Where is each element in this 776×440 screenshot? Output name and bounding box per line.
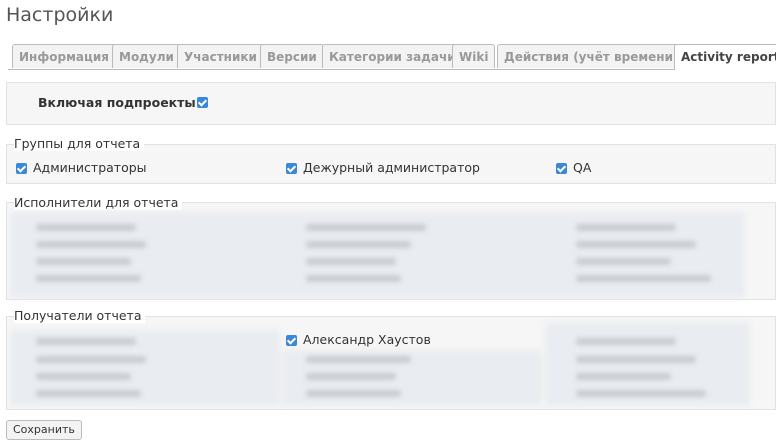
recipient-item[interactable]: Александр Хаустов — [286, 332, 431, 347]
checkbox-icon[interactable] — [16, 163, 27, 174]
page-title: Настройки — [6, 4, 114, 26]
tab-wiki[interactable]: Wiki — [452, 44, 496, 68]
assignees-legend: Исполнители для отчета — [14, 195, 183, 210]
tab-bar: Информация Модули Участники Версии Катег… — [8, 44, 776, 70]
include-subprojects-checkbox[interactable] — [197, 97, 208, 108]
group-item-admins[interactable]: Администраторы — [16, 160, 147, 175]
groups-legend: Группы для отчета — [14, 136, 145, 151]
recipients-legend: Получатели отчета — [14, 308, 146, 323]
tab-time-tracking[interactable]: Действия (учёт времени) — [497, 44, 686, 68]
tab-modules[interactable]: Модули — [112, 44, 181, 68]
checkbox-icon[interactable] — [556, 163, 567, 174]
tab-issue-categories[interactable]: Категории задачи — [322, 44, 463, 68]
tab-information[interactable]: Информация — [12, 44, 116, 68]
save-button[interactable]: Сохранить — [6, 420, 82, 440]
checkbox-icon[interactable] — [286, 335, 297, 346]
tab-activity-report[interactable]: Activity report — [674, 44, 776, 70]
group-item-duty-admin[interactable]: Дежурный администратор — [286, 160, 480, 175]
group-item-qa[interactable]: QA — [556, 160, 591, 175]
tab-members[interactable]: Участники — [177, 44, 264, 68]
include-subprojects-label: Включая подпроекты — [38, 95, 196, 110]
tab-versions[interactable]: Версии — [260, 44, 324, 68]
subprojects-panel: Включая подпроекты — [6, 82, 776, 125]
checkbox-icon[interactable] — [286, 163, 297, 174]
